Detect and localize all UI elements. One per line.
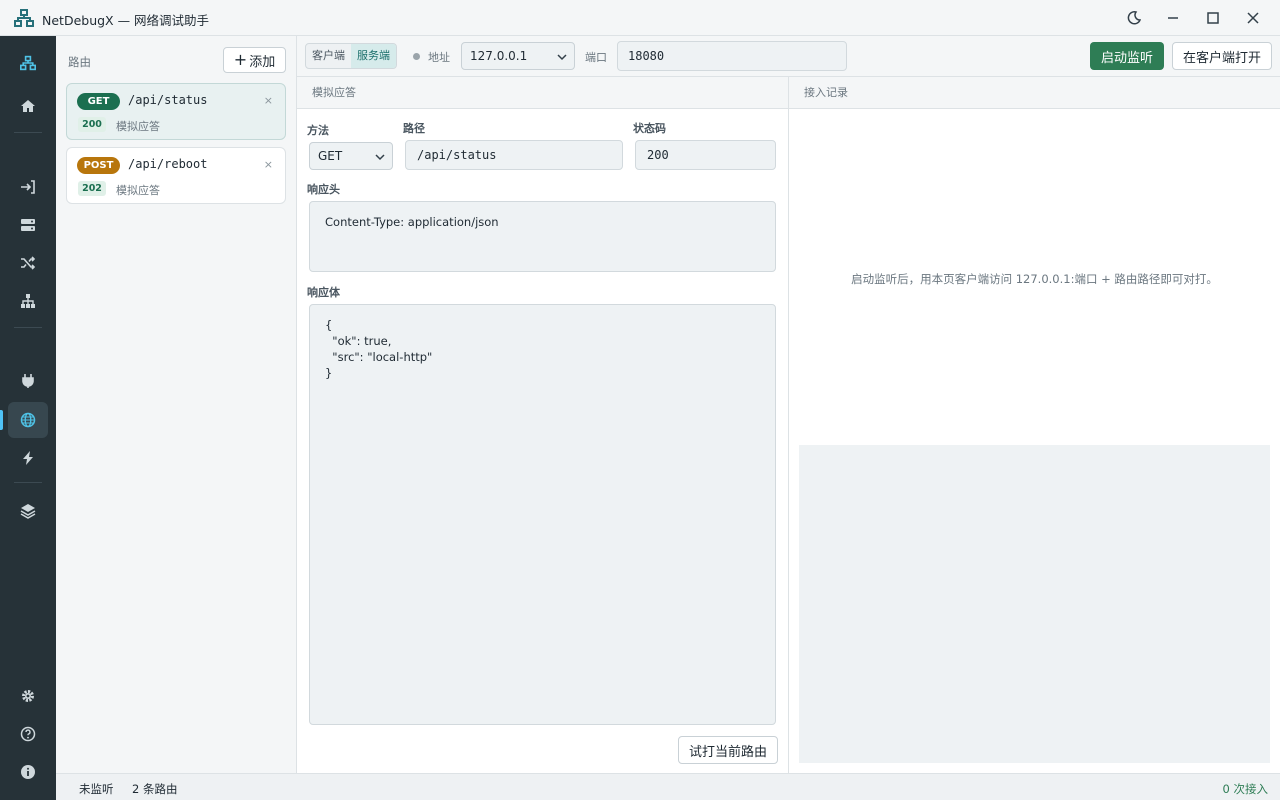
path-label: 路径: [403, 122, 425, 135]
title-bar: NetDebugX — 网络调试助手: [0, 0, 1280, 36]
maximize-icon: [1207, 12, 1219, 24]
headers-textarea[interactable]: Content-Type: application/json: [309, 201, 776, 272]
rail-server[interactable]: [8, 207, 48, 243]
method-value: GET: [318, 149, 343, 163]
rail-sitemap[interactable]: [8, 283, 48, 319]
mock-pane-title: 模拟应答: [297, 77, 789, 109]
open-in-client-button[interactable]: 在客户端打开: [1172, 42, 1272, 70]
theme-toggle-button[interactable]: [1124, 8, 1144, 28]
status-bar: 未监听 2 条路由 0 次接入: [56, 773, 1280, 800]
status-badge: 202: [78, 181, 106, 196]
routes-title: 路由: [68, 55, 91, 69]
info-icon: [21, 765, 35, 779]
chevron-down-icon: [375, 154, 385, 161]
rail-login[interactable]: [8, 169, 48, 205]
body-textarea[interactable]: { "ok": true, "src": "local-http" }: [309, 304, 776, 725]
rail-shuffle[interactable]: [8, 245, 48, 281]
network-icon: [20, 55, 36, 71]
log-pane-title: 接入记录: [789, 77, 1280, 109]
rail-http[interactable]: [8, 402, 48, 438]
status-badge: 200: [78, 117, 106, 132]
headers-label: 响应头: [307, 183, 340, 196]
listen-status: 未监听: [79, 782, 114, 796]
route-path: /api/status: [128, 93, 208, 107]
mode-switch: 客户端 服务端: [305, 43, 397, 69]
route-desc: 模拟应答: [116, 120, 160, 133]
try-route-button[interactable]: 试打当前路由: [678, 736, 778, 764]
method-label: 方法: [307, 124, 329, 137]
rail-layers[interactable]: [8, 493, 48, 529]
chevron-down-icon: [557, 54, 567, 61]
route-path: /api/reboot: [128, 157, 208, 171]
add-route-label: 添加: [249, 54, 276, 70]
rail-settings[interactable]: [8, 678, 48, 714]
close-icon: [1247, 12, 1259, 24]
addr-label: 地址: [428, 51, 450, 64]
rail-bolt[interactable]: [8, 440, 48, 476]
login-icon: [21, 180, 35, 194]
sitemap-icon: [21, 294, 35, 308]
route-item[interactable]: POST /api/reboot × 202 模拟应答: [66, 147, 286, 204]
window-title: NetDebugX — 网络调试助手: [42, 13, 210, 28]
connection-count: 0 次接入: [1222, 782, 1268, 796]
route-count: 2 条路由: [132, 782, 178, 796]
listen-status-dot: [413, 53, 420, 60]
path-input[interactable]: /api/status: [405, 140, 623, 170]
toolbar: 客户端 服务端 地址 127.0.0.1 端口 18080 启动监听 在客户端打…: [297, 36, 1280, 77]
add-route-button[interactable]: + 添加: [223, 47, 286, 73]
minimize-icon: [1168, 17, 1178, 19]
delete-route-button[interactable]: ×: [264, 94, 273, 107]
status-code-label: 状态码: [633, 122, 666, 135]
route-desc: 模拟应答: [116, 184, 160, 197]
mock-response-editor: 方法 路径 状态码 GET /api/status 200 响应头 Conten…: [297, 109, 789, 773]
body-label: 响应体: [307, 286, 340, 299]
port-label: 端口: [585, 51, 607, 64]
shuffle-icon: [21, 256, 36, 270]
address-value: 127.0.0.1: [470, 49, 528, 63]
maximize-button[interactable]: [1203, 8, 1223, 28]
route-item[interactable]: GET /api/status × 200 模拟应答: [66, 83, 286, 140]
empty-hint: 启动监听后，用本页客户端访问 127.0.0.1:端口 + 路由路径即可对打。: [851, 272, 1218, 286]
rail-home[interactable]: [8, 88, 48, 124]
network-icon: [14, 9, 34, 27]
moon-icon: [1127, 11, 1141, 25]
nav-rail: [0, 36, 56, 800]
start-listen-button[interactable]: 启动监听: [1090, 42, 1164, 70]
gear-icon: [22, 690, 34, 702]
access-log-panel: 启动监听后，用本页客户端访问 127.0.0.1:端口 + 路由路径即可对打。: [789, 109, 1280, 773]
method-badge: POST: [77, 157, 120, 174]
rail-plug[interactable]: [8, 363, 48, 399]
home-icon: [21, 100, 35, 112]
plug-icon: [22, 374, 34, 388]
method-badge: GET: [77, 93, 120, 110]
delete-route-button[interactable]: ×: [264, 158, 273, 171]
rail-help[interactable]: [8, 716, 48, 752]
close-window-button[interactable]: [1243, 8, 1263, 28]
rail-info[interactable]: [8, 754, 48, 790]
address-select[interactable]: 127.0.0.1: [461, 42, 575, 70]
minimize-button[interactable]: [1163, 8, 1183, 28]
bolt-icon: [23, 451, 33, 465]
status-code-input[interactable]: 200: [635, 140, 776, 170]
rail-network[interactable]: [8, 45, 48, 81]
mode-server-tab[interactable]: 服务端: [351, 44, 396, 68]
method-select[interactable]: GET: [309, 142, 393, 170]
layers-icon: [20, 504, 36, 519]
server-icon: [21, 219, 35, 231]
routes-panel: 路由 + 添加 GET /api/status × 200 模拟应答 POST …: [56, 36, 297, 773]
help-icon: [20, 726, 36, 742]
plus-icon: +: [233, 50, 248, 69]
mode-client-tab[interactable]: 客户端: [306, 44, 351, 68]
log-list[interactable]: [799, 445, 1270, 763]
port-input[interactable]: 18080: [617, 41, 847, 71]
globe-icon: [20, 412, 36, 428]
